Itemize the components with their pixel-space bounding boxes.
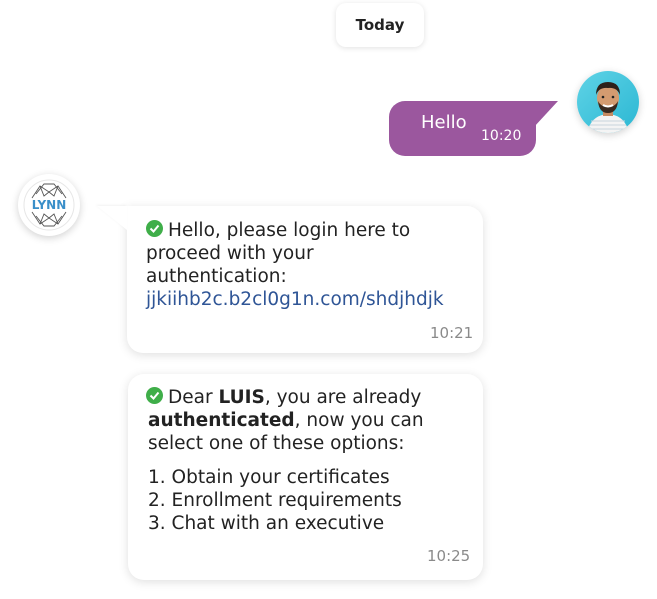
user-name: LUIS	[218, 387, 265, 408]
lynn-logo-icon: LYNN	[23, 179, 75, 231]
line-1-rest: , you are already	[264, 387, 422, 408]
bot-message-2-line-1: Dear LUIS, you are already	[146, 387, 421, 408]
user-avatar[interactable]	[577, 71, 639, 133]
option-3[interactable]: 3. Chat with an executive	[148, 513, 384, 534]
bot-avatar[interactable]: LYNN	[18, 174, 80, 236]
date-separator: Today	[336, 3, 424, 47]
check-icon	[146, 220, 163, 237]
option-1[interactable]: 1. Obtain your certificates	[148, 467, 390, 488]
user-avatar-icon	[577, 71, 639, 133]
bot-message-1-time: 10:21	[430, 324, 474, 342]
bot-message-1-line-1: Hello, please login here to	[146, 220, 410, 241]
greeting-text: Dear	[168, 387, 219, 408]
user-message-bubble[interactable]: Hello 10:20	[389, 101, 558, 156]
bot-message-bubble-1[interactable]: Hello, please login here to proceed with…	[127, 206, 483, 353]
option-2[interactable]: 2. Enrollment requirements	[148, 490, 402, 511]
check-icon	[146, 387, 163, 404]
bot-message-2-line-2: authenticated, now you can	[148, 410, 424, 431]
user-message-time: 10:20	[481, 128, 522, 144]
auth-status: authenticated	[148, 410, 295, 431]
bot-message-1-line-1-text: Hello, please login here to	[168, 220, 411, 241]
bot-message-2-line-3: select one of these options:	[148, 433, 405, 454]
bot-message-bubble-2[interactable]: Dear LUIS, you are already authenticated…	[128, 374, 483, 580]
user-message-text: Hello	[421, 112, 467, 133]
bot-message-1-line-2: proceed with your	[146, 243, 314, 264]
bot-logo-text: LYNN	[32, 198, 67, 212]
bot-message-1-line-3: authentication:	[146, 266, 287, 287]
login-link[interactable]: jjkiihb2c.b2cl0g1n.com/shdjhdjk	[146, 289, 444, 310]
line-2-rest: , now you can	[294, 410, 424, 431]
bot-message-2-time: 10:25	[427, 547, 471, 565]
